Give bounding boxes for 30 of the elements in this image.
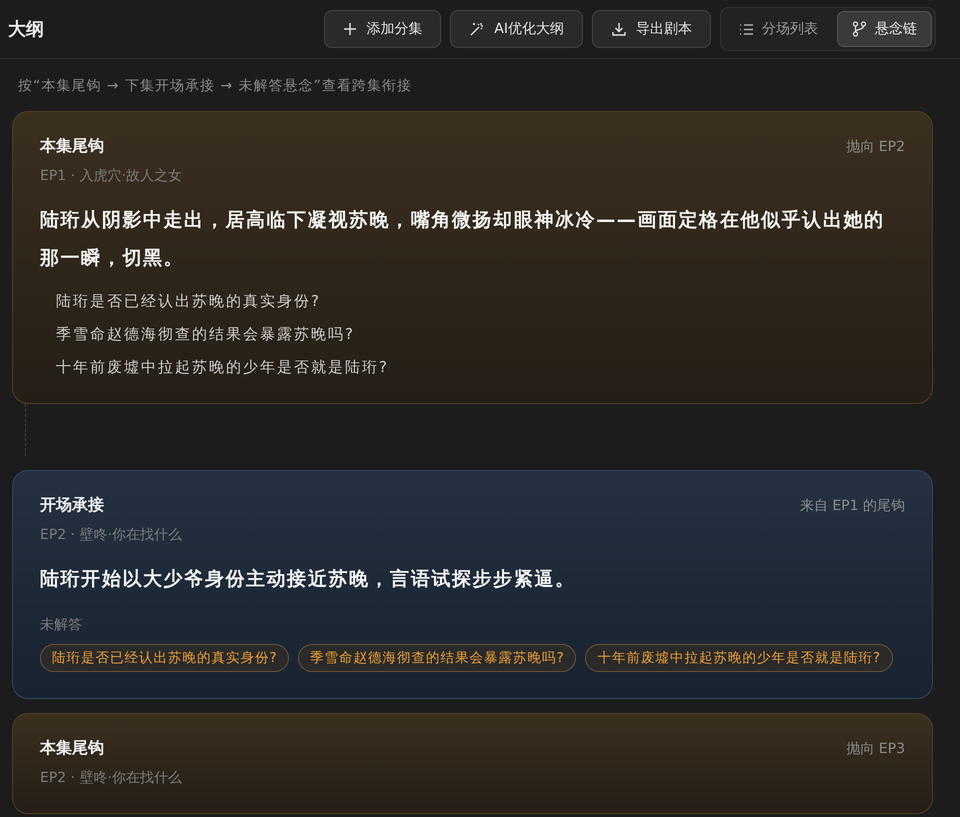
unanswered-label: 未解答 [40,616,83,634]
suspense-question: 陆珩是否已经认出苏晚的真实身份? [56,291,322,311]
episode-label: EP2 · 壁咚·你在找什么 [40,769,183,787]
suspense-question: 十年前废墟中拉起苏晚的少年是否就是陆珩? [56,357,390,377]
card-body-text: 陆珩从阴影中走出，居高临下凝视苏晚，嘴角微扬却眼神冰冷——画面定格在他似乎认出她的那一瞬，切黑。 [40,208,886,271]
toolbar-button[interactable]: AI优化大纲 [450,10,583,48]
question-tag: 陆珩是否已经认出苏晚的真实身份? [40,644,290,672]
view-tab[interactable]: 分场列表 [724,11,833,47]
toolbar-button[interactable]: 添加分集 [324,10,442,48]
suspense-question: 季雪命赵德海彻查的结果会暴露苏晚吗? [56,324,356,344]
episode-label: EP1 · 入虎穴·故人之女 [40,167,183,185]
branch-icon [852,21,867,37]
question-tag: 季雪命赵德海彻查的结果会暴露苏晚吗? [298,644,576,672]
episode-label: EP2 · 壁咚·你在找什么 [40,526,183,544]
episode-link-label: 抛向 EP3 [846,740,905,758]
magic-wand-icon [469,21,486,37]
card-title: 本集尾钩 [40,738,104,759]
list-icon [739,22,754,36]
card-body-text: 陆珩开始以大少爷身份主动接近苏晚，言语试探步步紧逼。 [40,567,577,592]
view-tab[interactable]: 悬念链 [837,11,932,47]
hint-text: 按“本集尾钩 → 下集开场承接 → 未解答悬念”查看跨集衔接 [17,77,413,96]
plus-icon [343,22,358,36]
card-title: 开场承接 [40,495,104,516]
toolbar-button[interactable]: 导出剧本 [592,10,711,48]
card-title: 本集尾钩 [40,136,104,157]
episode-link-label: 来自 EP1 的尾钩 [800,496,905,514]
page-title: 大纲 [8,18,44,41]
episode-link-label: 抛向 EP2 [846,138,905,156]
question-tag: 十年前废墟中拉起苏晚的少年是否就是陆珩? [585,644,893,672]
download-icon [611,21,627,37]
